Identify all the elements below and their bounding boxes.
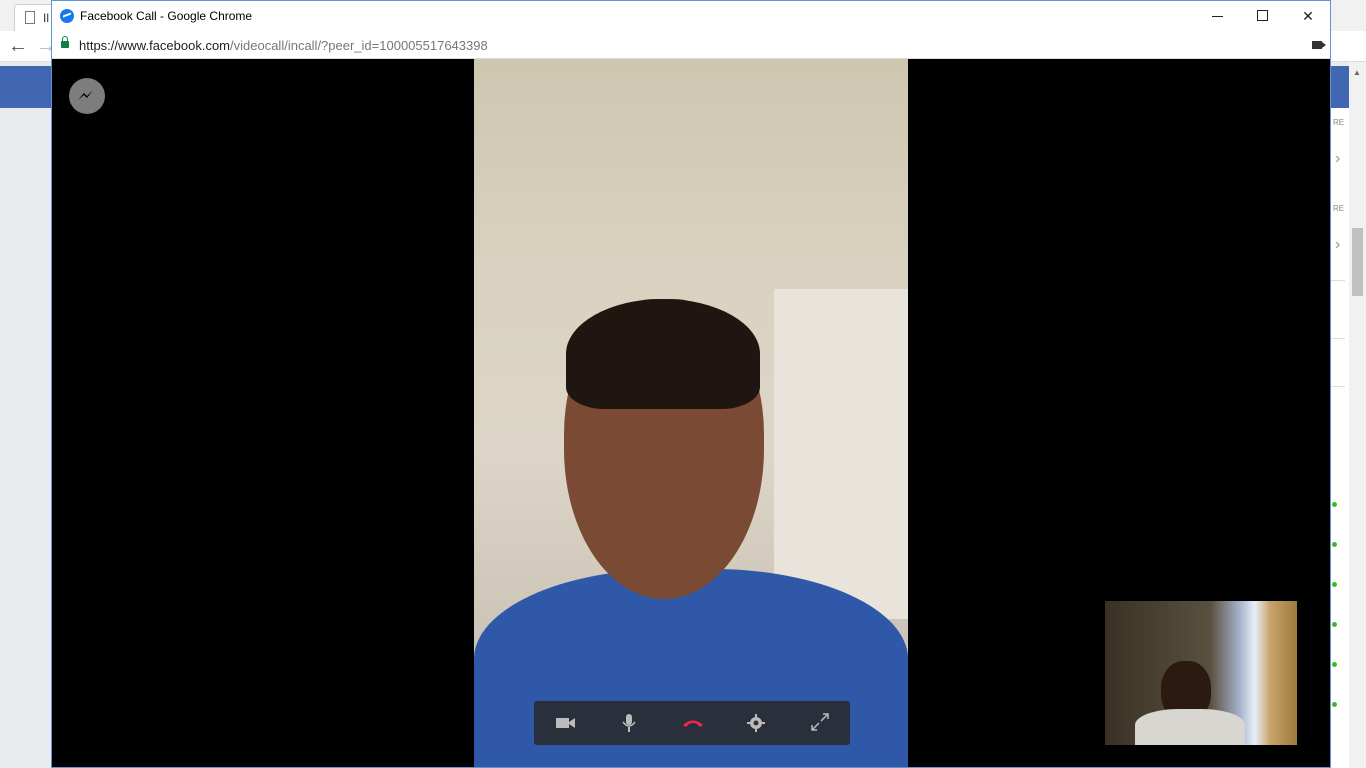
chevron-right-icon[interactable]: › [1335, 150, 1340, 168]
close-button[interactable]: ✕ [1285, 1, 1331, 31]
video-camera-icon [556, 718, 575, 728]
messenger-icon [60, 9, 74, 23]
close-icon: ✕ [1302, 8, 1314, 24]
self-person-body [1135, 709, 1245, 745]
online-status-dot [1332, 622, 1337, 627]
gear-icon [747, 714, 765, 732]
scrollbar-thumb[interactable] [1352, 228, 1363, 296]
chevron-right-icon[interactable]: › [1335, 236, 1340, 254]
url-text[interactable]: https://www.facebook.com/videocall/incal… [79, 38, 488, 53]
toggle-microphone-button[interactable] [597, 701, 661, 745]
toggle-video-button[interactable] [534, 701, 598, 745]
self-view-video[interactable] [1105, 601, 1297, 745]
online-status-dot [1332, 702, 1337, 707]
divider [1331, 386, 1345, 387]
end-call-button[interactable] [661, 701, 725, 745]
minimize-button[interactable] [1195, 1, 1241, 31]
lock-icon [61, 36, 69, 48]
divider [1331, 280, 1345, 281]
maximize-button[interactable] [1240, 1, 1286, 31]
right-label: RE [1333, 118, 1345, 127]
settings-button[interactable] [724, 701, 788, 745]
facebook-call-window: Facebook Call - Google Chrome ✕ https://… [51, 0, 1331, 768]
background-wall-panel [774, 289, 908, 619]
maximize-icon [1257, 10, 1268, 21]
minimize-icon [1212, 16, 1223, 17]
background-tab-label: Il [43, 11, 49, 25]
back-arrow-icon[interactable]: ← [8, 35, 28, 58]
online-status-dot [1332, 582, 1337, 587]
online-status-dot [1332, 542, 1337, 547]
camera-in-use-icon[interactable] [1312, 41, 1326, 49]
background-scrollbar[interactable]: ▲ [1349, 62, 1366, 768]
end-call-icon [683, 720, 703, 727]
remote-person-hair [566, 299, 760, 409]
messenger-logo [69, 78, 105, 114]
url-domain: https://www.facebook.com [79, 38, 231, 53]
document-icon [25, 11, 35, 24]
divider [1331, 338, 1345, 339]
online-status-dot [1332, 502, 1337, 507]
remote-video [474, 59, 908, 767]
fullscreen-icon [811, 713, 829, 731]
window-title-bar: Facebook Call - Google Chrome ✕ [52, 1, 1330, 31]
microphone-icon [622, 714, 636, 732]
url-path: /videocall/incall/?peer_id=1000055176433… [230, 38, 488, 53]
address-bar[interactable]: https://www.facebook.com/videocall/incal… [52, 31, 1330, 59]
messenger-bolt-icon [78, 90, 93, 100]
window-title: Facebook Call - Google Chrome [80, 9, 253, 23]
call-controls [534, 701, 850, 745]
scroll-up-icon[interactable]: ▲ [1353, 68, 1361, 77]
online-status-dot [1332, 662, 1337, 667]
fullscreen-button[interactable] [788, 701, 852, 745]
right-label: RE [1333, 204, 1345, 213]
call-stage [52, 59, 1330, 767]
